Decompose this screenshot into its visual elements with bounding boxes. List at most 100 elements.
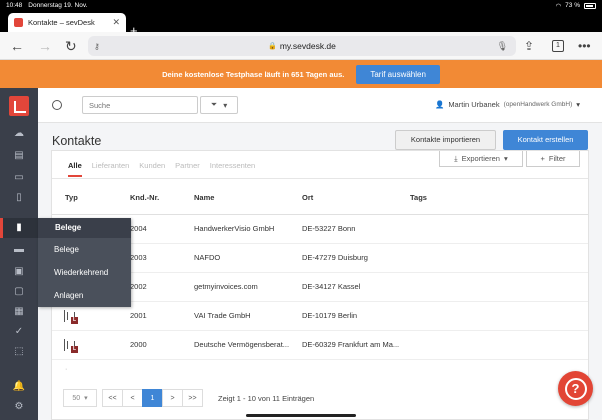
history-clock-icon[interactable]	[52, 100, 62, 110]
receipts-icon[interactable]: ▮	[12, 222, 26, 234]
column-header-knd[interactable]: Knd.-Nr.	[130, 193, 159, 202]
sevdesk-logo-icon[interactable]	[9, 96, 29, 116]
filter-plus-icon: +	[540, 154, 545, 163]
user-name: Martin Urbanek	[448, 100, 500, 109]
page-next-button[interactable]: >	[162, 389, 183, 407]
customer-number: 2002	[130, 282, 147, 291]
archive-icon[interactable]: ▦	[12, 306, 26, 318]
filter-label: Filter	[548, 154, 566, 163]
per-page-chevron-icon: ▾	[84, 395, 88, 402]
flyout-title[interactable]: Belege	[38, 218, 131, 238]
funnel-icon: ⏷	[210, 100, 218, 109]
browser-tab-title: Kontakte – sevDesk	[28, 18, 95, 27]
tab-lieferanten[interactable]: Lieferanten	[92, 161, 130, 177]
page-prev-button[interactable]: <	[122, 389, 143, 407]
notifications-bell-icon[interactable]: 🔔	[12, 381, 26, 393]
table-header: Typ Knd.-Nr. Name Ort Tags	[52, 187, 588, 215]
page-last-button[interactable]: >>	[182, 389, 203, 407]
search-input[interactable]	[82, 96, 198, 114]
help-question-icon: ?	[564, 377, 587, 400]
flyout-item-anlagen[interactable]: Anlagen	[38, 284, 131, 307]
microphone-icon[interactable]: 🎙	[497, 41, 508, 52]
lock-icon: 🔒	[268, 43, 277, 50]
contact-name: VAI Trade GmbH	[194, 311, 251, 320]
table-row[interactable]: L 2000 Deutsche Vermögensberat... DE-603…	[52, 331, 588, 360]
contact-type-tabs: Alle Lieferanten Kunden Partner Interess…	[68, 161, 255, 177]
sidebar: ☁ ▤ ▭ ▯ ▮ ▬ ▣ ▢ ▦ ✓ ⬚ 🔔 ⚙	[0, 88, 38, 420]
flyout-item-belege[interactable]: Belege	[38, 238, 131, 261]
wallet-icon[interactable]: ▢	[12, 286, 26, 298]
filter-button[interactable]: + Filter	[526, 151, 580, 167]
tabs-divider	[52, 178, 588, 179]
export-button[interactable]: ⤓ Exportieren ▾	[439, 151, 523, 167]
address-bar: ← → ↻ ⚷ 🔒 my.sevdesk.de 🎙 ⇪ 1 •••	[0, 32, 602, 60]
reload-icon[interactable]: ↻	[65, 38, 77, 54]
export-label: Exportieren	[461, 154, 500, 163]
tab-alle[interactable]: Alle	[68, 161, 82, 177]
receipts-flyout-menu: Belege Belege Wiederkehrend Anlagen	[38, 218, 131, 307]
contact-location: DE-34127 Kassel	[302, 282, 361, 291]
search-filter-dropdown[interactable]: ⏷ ▾	[200, 96, 238, 114]
user-menu[interactable]: 👤 Martin Urbanek (openHandwerk GmbH) ▾	[435, 100, 580, 109]
table-row[interactable]: L 2003 NAFDO DE-47279 Duisburg	[52, 244, 588, 273]
per-page-select[interactable]: 50 ▾	[63, 389, 97, 407]
table-row[interactable]: L 2001 VAI Trade GmbH DE-10179 Berlin	[52, 302, 588, 331]
share-icon[interactable]: ⇪	[524, 38, 534, 54]
contact-name: NAFDO	[194, 253, 221, 262]
contact-location: DE-53227 Bonn	[302, 224, 356, 233]
back-arrow-icon[interactable]: ←	[10, 38, 24, 54]
contact-name: HandwerkerVisio GmbH	[194, 224, 275, 233]
contact-location: DE-60329 Frankfurt am Ma...	[302, 340, 400, 349]
column-header-name[interactable]: Name	[194, 193, 214, 202]
bank-icon[interactable]: ▬	[12, 244, 26, 256]
page-title: Kontakte	[52, 134, 102, 148]
settings-gear-icon[interactable]: ⚙	[12, 401, 26, 413]
tab-partner[interactable]: Partner	[175, 161, 200, 177]
customer-number: 2000	[130, 340, 147, 349]
url-field[interactable]: ⚷ 🔒 my.sevdesk.de 🎙	[88, 36, 516, 56]
customer-number: 2004	[130, 224, 147, 233]
contact-name: getmyinvoices.com	[194, 282, 258, 291]
battery-icon	[584, 2, 596, 9]
user-org: (openHandwerk GmbH)	[503, 101, 573, 108]
contact-type-icon: L	[64, 309, 80, 325]
inventory-box-icon[interactable]: ⬚	[12, 346, 26, 358]
contact-name: Deutsche Vermögensberat...	[194, 340, 290, 349]
page-1-button[interactable]: 1	[142, 389, 163, 407]
tasks-check-icon[interactable]: ✓	[12, 326, 26, 338]
choose-plan-button[interactable]: Tarif auswählen	[356, 64, 440, 84]
table-row[interactable]: L 2002 getmyinvoices.com DE-34127 Kassel	[52, 273, 588, 302]
tab-interessenten[interactable]: Interessenten	[210, 161, 255, 177]
user-menu-chevron-icon: ▾	[576, 100, 580, 109]
cashbook-icon[interactable]: ▣	[12, 266, 26, 278]
password-key-icon[interactable]: ⚷	[94, 42, 100, 51]
column-header-typ[interactable]: Typ	[65, 193, 78, 202]
url-text: my.sevdesk.de	[279, 41, 336, 51]
column-header-tags[interactable]: Tags	[410, 193, 427, 202]
table-row[interactable]: L 2004 HandwerkerVisio GmbH DE-53227 Bon…	[52, 215, 588, 244]
dashboard-icon[interactable]: ☁	[12, 128, 26, 140]
column-header-ort[interactable]: Ort	[302, 193, 313, 202]
create-contact-button[interactable]: Kontakt erstellen	[503, 130, 588, 150]
tab-kunden[interactable]: Kunden	[139, 161, 165, 177]
user-icon: 👤	[434, 100, 445, 109]
help-button[interactable]: ?	[558, 371, 593, 406]
import-contacts-button[interactable]: Kontakte importieren	[395, 130, 496, 150]
browser-tab[interactable]: Kontakte – sevDesk ✕	[8, 13, 126, 32]
tab-count-button[interactable]: 1	[552, 40, 564, 52]
tab-close-icon[interactable]: ✕	[112, 17, 120, 28]
documents-icon[interactable]: ▭	[12, 172, 26, 184]
contact-location: DE-10179 Berlin	[302, 311, 358, 320]
trial-banner-text: Deine kostenlose Testphase läuft in 651 …	[162, 69, 345, 79]
status-date: Donnerstag 19. Nov.	[28, 2, 88, 9]
forward-arrow-icon[interactable]: →	[38, 38, 52, 54]
export-icon: ⤓	[454, 153, 458, 163]
flyout-item-wiederkehrend[interactable]: Wiederkehrend	[38, 261, 131, 284]
page-first-button[interactable]: <<	[102, 389, 123, 407]
invoices-icon[interactable]: ▯	[12, 192, 26, 204]
customer-number: 2001	[130, 311, 147, 320]
more-menu-icon[interactable]: •••	[578, 38, 591, 54]
customer-number: 2003	[130, 253, 147, 262]
browser-tab-strip: Kontakte – sevDesk ✕ +	[0, 11, 602, 37]
contacts-icon[interactable]: ▤	[12, 150, 26, 162]
